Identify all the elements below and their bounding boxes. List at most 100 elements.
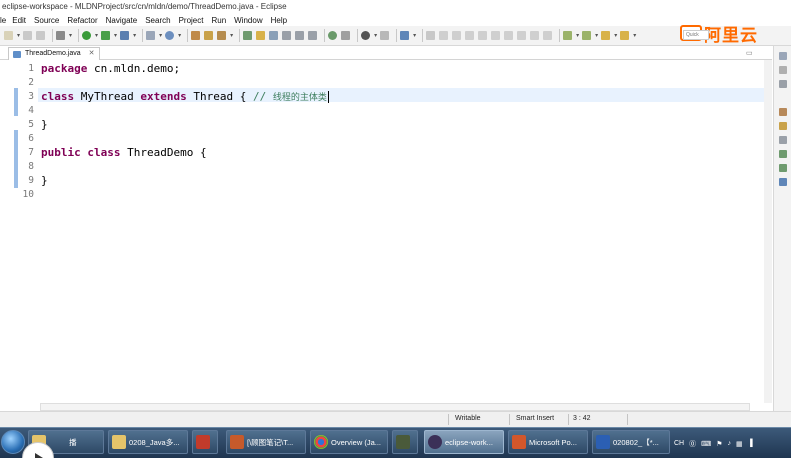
new-class-icon[interactable] <box>165 31 175 40</box>
vertical-scrollbar[interactable] <box>764 60 772 403</box>
dropdown-arrow-icon[interactable]: ▾ <box>374 32 377 39</box>
annotation-prev-icon[interactable] <box>582 31 592 40</box>
debug-icon[interactable] <box>101 31 111 40</box>
save-icon[interactable] <box>23 31 33 40</box>
disconnect-icon[interactable] <box>478 31 488 40</box>
show-whitespace-icon[interactable] <box>295 31 305 40</box>
save-all-icon[interactable] <box>36 31 46 40</box>
run-icon[interactable] <box>82 31 92 40</box>
toggle-mark-occurrences-icon[interactable] <box>243 31 253 40</box>
annotation-next-icon[interactable] <box>563 31 573 40</box>
external-tools-icon[interactable] <box>120 31 130 40</box>
resume-icon[interactable] <box>439 31 449 40</box>
speaker-icon[interactable]: ♪ <box>728 440 732 447</box>
dropdown-arrow-icon[interactable]: ▾ <box>114 32 117 39</box>
show-spaces-icon[interactable] <box>308 31 318 40</box>
taskbar-item[interactable] <box>392 430 418 454</box>
taskbar-item[interactable] <box>192 430 218 454</box>
start-button[interactable] <box>1 430 25 454</box>
keyword: extends <box>140 90 187 103</box>
dropdown-arrow-icon[interactable]: ▾ <box>413 32 416 39</box>
globe-icon[interactable] <box>328 31 338 40</box>
drop-to-frame-icon[interactable] <box>530 31 540 40</box>
dropdown-arrow-icon[interactable]: ▾ <box>614 32 617 39</box>
open-type-icon[interactable] <box>191 31 201 40</box>
search-view-icon[interactable] <box>779 164 787 172</box>
console-icon[interactable] <box>400 31 410 40</box>
editor-tab-threaddemo[interactable]: ThreadDemo.java ✕ <box>8 47 100 60</box>
taskbar-item[interactable]: [\顾图笔记\T... <box>226 430 306 454</box>
taskbar-item[interactable]: Overview (Ja... <box>310 430 388 454</box>
restore-icon[interactable] <box>779 66 787 74</box>
block-selection-icon[interactable] <box>282 31 292 40</box>
menu-edit[interactable]: Edit <box>12 16 26 25</box>
status-insert-mode[interactable]: Smart Insert <box>516 415 554 422</box>
flag-icon[interactable]: ⚑ <box>716 440 722 448</box>
dropdown-arrow-icon[interactable]: ▾ <box>595 32 598 39</box>
dropdown-arrow-icon[interactable]: ▾ <box>69 32 72 39</box>
menu-window[interactable]: Window <box>234 16 262 25</box>
menu-file[interactable]: le <box>0 16 6 25</box>
taskbar-item-label: 播 <box>69 437 77 447</box>
step-into-icon[interactable] <box>491 31 501 40</box>
horizontal-scrollbar[interactable] <box>40 403 750 411</box>
quick-access-input[interactable]: Quick <box>683 30 709 40</box>
open-task-icon[interactable] <box>204 31 214 40</box>
use-step-filters-icon[interactable] <box>543 31 553 40</box>
menu-refactor[interactable]: Refactor <box>67 16 97 25</box>
list-icon[interactable] <box>341 31 351 40</box>
toggle-highlight-icon[interactable] <box>256 31 266 40</box>
keyboard-icon[interactable]: ⌨ <box>701 440 711 448</box>
dropdown-arrow-icon[interactable]: ▾ <box>95 32 98 39</box>
link-icon[interactable] <box>380 31 390 40</box>
javadoc-icon[interactable] <box>779 136 787 144</box>
back-icon[interactable] <box>601 31 611 40</box>
minimize-icon[interactable]: ▭ <box>746 49 753 57</box>
forward-icon[interactable] <box>620 31 630 40</box>
close-icon[interactable]: ✕ <box>89 48 95 60</box>
outline-icon[interactable] <box>779 80 787 88</box>
language-indicator[interactable]: CH <box>674 440 684 447</box>
line-number: 7 <box>28 147 34 158</box>
network-icon[interactable]: ▦ <box>736 440 743 448</box>
menu-search[interactable]: Search <box>145 16 170 25</box>
menu-project[interactable]: Project <box>179 16 204 25</box>
search-icon[interactable] <box>217 31 227 40</box>
menu-run[interactable]: Run <box>211 16 226 25</box>
taskbar-item-eclipse[interactable]: eclipse-work... <box>424 430 504 454</box>
taskbar-item[interactable]: Microsoft Po... <box>508 430 588 454</box>
dropdown-arrow-icon[interactable]: ▾ <box>17 32 20 39</box>
code-editor[interactable]: 1 2 3 4 5 6 7 8 9 10 package cn.mldn.dem… <box>0 60 772 403</box>
show-desktop-icon[interactable]: ▐ <box>748 440 753 447</box>
step-return-icon[interactable] <box>517 31 527 40</box>
menu-source[interactable]: Source <box>34 16 59 25</box>
line-number: 9 <box>28 175 34 186</box>
step-over-icon[interactable] <box>504 31 514 40</box>
taskbar-item[interactable]: 0208_Java多... <box>108 430 188 454</box>
help-icon[interactable]: ⓪ <box>689 439 696 449</box>
settings-icon[interactable] <box>56 31 66 40</box>
terminate-icon[interactable] <box>465 31 475 40</box>
console-view-icon[interactable] <box>779 178 787 186</box>
problems-icon[interactable] <box>779 122 787 130</box>
menu-navigate[interactable]: Navigate <box>106 16 138 25</box>
suspend-icon[interactable] <box>452 31 462 40</box>
taskbar-item[interactable]: 020802_【*... <box>592 430 670 454</box>
new-java-project-icon[interactable] <box>146 31 156 40</box>
menu-help[interactable]: Help <box>271 16 287 25</box>
dropdown-arrow-icon[interactable]: ▾ <box>133 32 136 39</box>
dropdown-arrow-icon[interactable]: ▾ <box>230 32 233 39</box>
line-number: 2 <box>28 77 34 88</box>
declaration-icon[interactable] <box>779 150 787 158</box>
word-wrap-icon[interactable] <box>269 31 279 40</box>
dropdown-arrow-icon[interactable]: ▾ <box>633 32 636 39</box>
status-cursor-position: 3 : 42 <box>573 415 591 422</box>
dropdown-arrow-icon[interactable]: ▾ <box>576 32 579 39</box>
skip-breakpoints-icon[interactable] <box>426 31 436 40</box>
dropdown-arrow-icon[interactable]: ▾ <box>178 32 181 39</box>
dropdown-arrow-icon[interactable]: ▾ <box>159 32 162 39</box>
debug-target-icon[interactable] <box>361 31 371 40</box>
new-icon[interactable] <box>4 31 13 40</box>
task-list-icon[interactable] <box>779 108 787 116</box>
perspective-icon[interactable] <box>779 52 787 60</box>
